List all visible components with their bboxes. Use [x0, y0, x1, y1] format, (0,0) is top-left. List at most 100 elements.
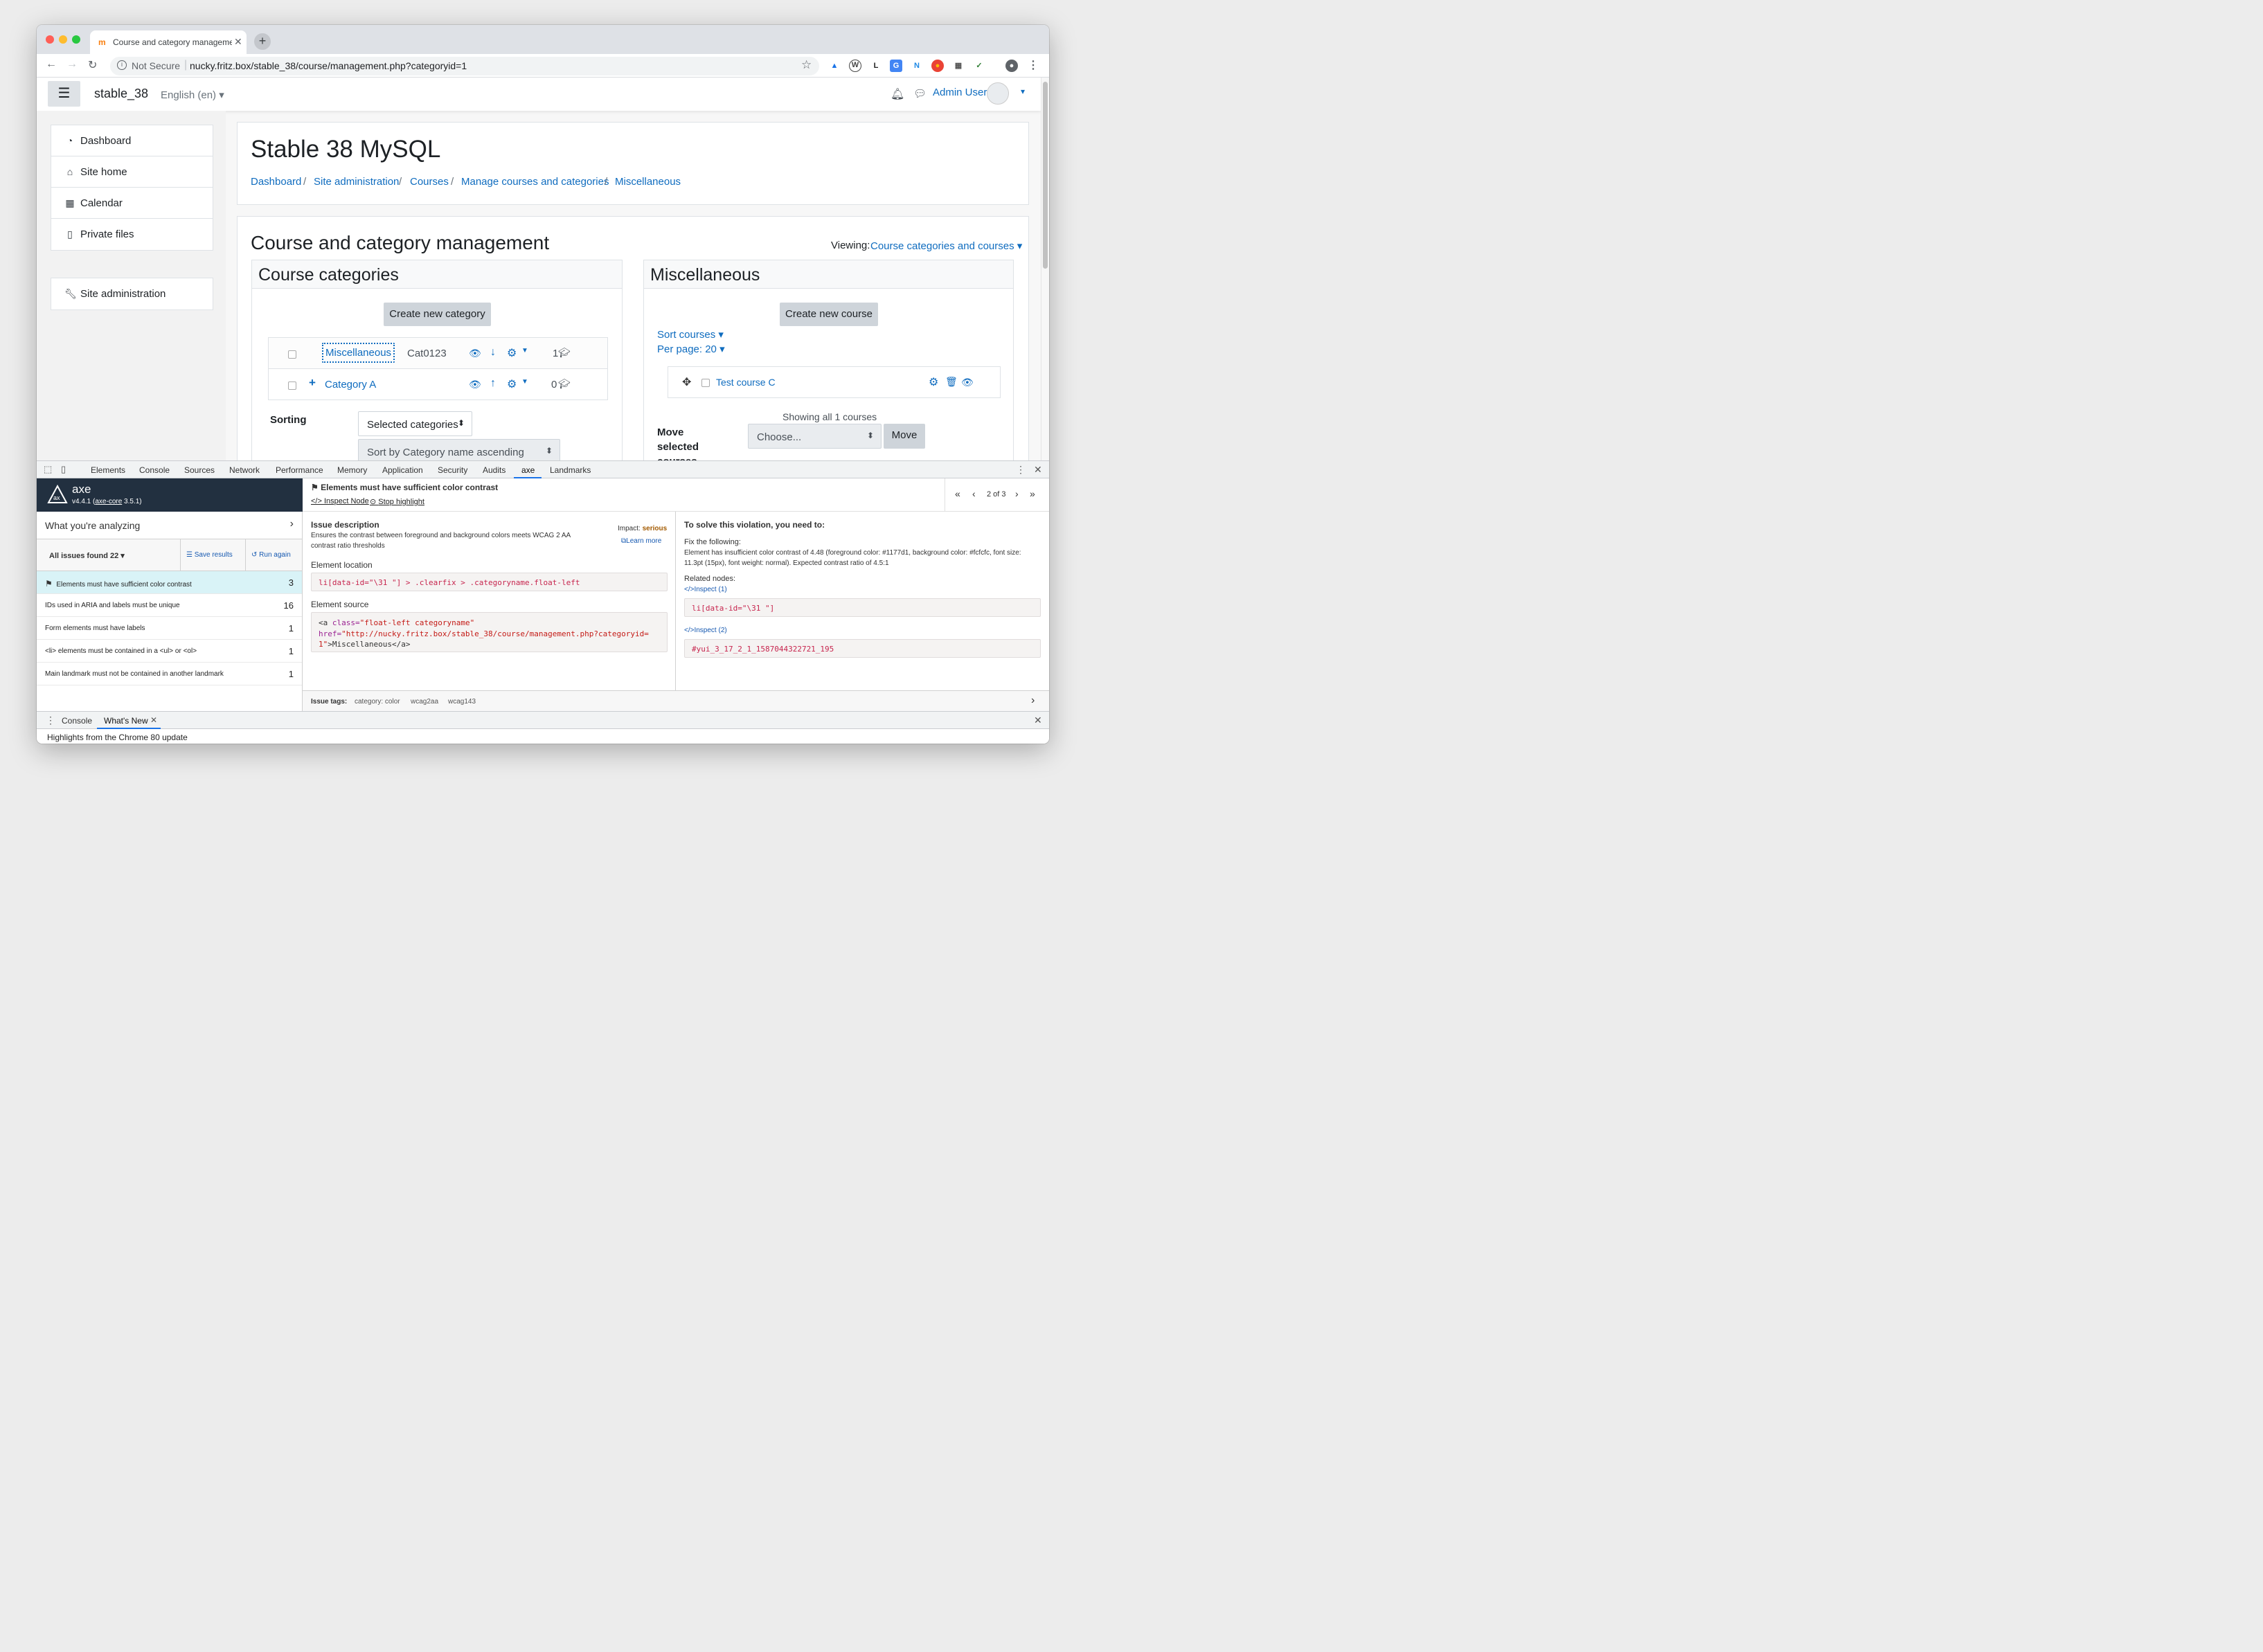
arrow-up-icon[interactable]: ↑	[490, 377, 496, 390]
info-icon[interactable]: i	[117, 60, 127, 70]
extension-n-icon[interactable]: N	[911, 60, 923, 72]
qr-code-icon[interactable]: ▦	[952, 60, 965, 72]
extension-triangle-icon[interactable]: ▲	[828, 60, 841, 72]
checkmark-extension-icon[interactable]: ✓	[973, 60, 985, 72]
forward-icon[interactable]: →	[66, 58, 78, 71]
per-page-dropdown[interactable]: Per page: 20 ▾	[657, 343, 725, 355]
category-select-checkbox[interactable]	[288, 350, 296, 359]
gear-icon[interactable]: ⚙	[507, 346, 517, 360]
inspect-node-link[interactable]: </> Inspect Node	[311, 497, 369, 505]
arrow-down-icon[interactable]: ↓	[490, 346, 496, 359]
all-issues-dropdown[interactable]: All issues found 22 ▾	[49, 551, 125, 560]
chevron-down-icon[interactable]: ▼	[521, 347, 528, 354]
list-item[interactable]: <li> elements must be contained in a <ul…	[37, 640, 302, 663]
sidebar-item-site-administration[interactable]: 🔧︎ Site administration	[51, 278, 213, 309]
next-page-icon[interactable]: ›	[1015, 488, 1019, 499]
create-new-category-button[interactable]: Create new category	[384, 303, 491, 326]
extension-l-icon[interactable]: L	[870, 60, 882, 72]
first-page-icon[interactable]: «	[955, 488, 960, 499]
user-menu-name[interactable]: Admin User	[933, 87, 987, 98]
trash-icon[interactable]: 🗑︎	[945, 376, 958, 388]
site-brand[interactable]: stable_38	[94, 87, 148, 101]
category-name-link[interactable]: Miscellaneous	[322, 343, 395, 363]
close-window-button[interactable]	[46, 35, 54, 44]
breadcrumb-manage-courses[interactable]: Manage courses and categories	[461, 176, 609, 188]
eye-icon[interactable]: 👁︎	[961, 377, 974, 388]
drawer-menu-icon[interactable]: ⋮	[46, 715, 55, 726]
axe-core-link[interactable]: axe-core	[95, 498, 122, 505]
breadcrumb-dashboard[interactable]: Dashboard	[251, 176, 301, 188]
translate-icon[interactable]: G	[890, 60, 902, 72]
messages-icon[interactable]: 💬︎	[913, 87, 927, 100]
minimize-window-button[interactable]	[59, 35, 67, 44]
drawer-tab-console[interactable]: Console	[62, 716, 92, 726]
viewing-mode-dropdown[interactable]: Course categories and courses ▾	[870, 240, 1022, 252]
tab-application[interactable]: Application	[382, 465, 423, 475]
address-bar[interactable]: i Not Secure | nucky.fritz.box/stable_38…	[110, 57, 819, 75]
list-item[interactable]: ⚑ Elements must have sufficient color co…	[37, 571, 302, 594]
breadcrumb-courses[interactable]: Courses	[410, 176, 449, 188]
chevron-right-icon[interactable]: ›	[1031, 694, 1035, 707]
devtools-menu-icon[interactable]: ⋮	[1016, 464, 1026, 476]
previous-page-icon[interactable]: ‹	[972, 488, 976, 499]
move-button[interactable]: Move	[884, 424, 925, 449]
tab-memory[interactable]: Memory	[337, 465, 367, 475]
sort-target-select[interactable]: Selected categories ⬍	[358, 411, 472, 436]
wordpress-icon[interactable]: W	[849, 60, 861, 72]
learn-more-link[interactable]: ⧉Learn more	[621, 537, 661, 545]
move-handle-icon[interactable]: ✥	[682, 375, 691, 389]
tab-console[interactable]: Console	[139, 465, 170, 475]
bookmark-star-icon[interactable]: ☆	[801, 58, 812, 72]
page-scrollbar-thumb[interactable]	[1043, 82, 1048, 269]
new-tab-button[interactable]: +	[254, 33, 271, 50]
inspect-1-link[interactable]: </>Inspect (1)	[684, 586, 727, 593]
expand-plus-icon[interactable]: +	[309, 376, 316, 390]
url-text[interactable]: nucky.fritz.box/stable_38/course/managem…	[190, 60, 467, 71]
language-menu[interactable]: English (en) ▾	[161, 89, 224, 101]
category-name-link[interactable]: Category A	[325, 379, 376, 390]
inspect-2-link[interactable]: </>Inspect (2)	[684, 627, 727, 634]
list-item[interactable]: Main landmark must not be contained in a…	[37, 663, 302, 685]
last-page-icon[interactable]: »	[1030, 488, 1035, 499]
eye-icon[interactable]: 👁︎	[469, 348, 481, 359]
back-icon[interactable]: ←	[46, 58, 57, 71]
profile-icon[interactable]: ●	[1005, 60, 1018, 72]
drawer-tab-whats-new[interactable]: What's New	[104, 716, 148, 726]
breadcrumb-miscellaneous[interactable]: Miscellaneous	[615, 176, 681, 188]
gear-icon[interactable]: ⚙	[507, 377, 517, 391]
close-drawer-tab-icon[interactable]: ✕	[150, 715, 157, 725]
sort-by-select[interactable]: Sort by Category name ascending ⬍	[358, 439, 560, 460]
list-item[interactable]: Form elements must have labels 1	[37, 617, 302, 640]
sidebar-item-dashboard[interactable]: ◔ Dashboard	[51, 125, 213, 156]
create-new-course-button[interactable]: Create new course	[780, 303, 878, 326]
user-avatar[interactable]	[987, 82, 1009, 105]
color-picker-icon[interactable]: ●	[931, 60, 944, 72]
eye-icon[interactable]: 👁︎	[469, 379, 481, 390]
category-select-checkbox[interactable]	[288, 381, 296, 390]
page-scrollbar[interactable]	[1041, 78, 1049, 460]
close-devtools-icon[interactable]: ✕	[1034, 464, 1042, 476]
chrome-menu-icon[interactable]: ⋮	[1027, 60, 1039, 72]
stop-highlight-link[interactable]: ⊙ Stop highlight	[370, 497, 424, 506]
reload-icon[interactable]: ↻	[88, 58, 97, 72]
close-drawer-icon[interactable]: ✕	[1034, 715, 1042, 726]
save-results-button[interactable]: ☰ Save results	[186, 551, 233, 559]
tab-landmarks[interactable]: Landmarks	[550, 465, 591, 475]
gear-icon[interactable]: ⚙	[929, 375, 938, 389]
list-item[interactable]: IDs used in ARIA and labels must be uniq…	[37, 594, 302, 617]
tab-audits[interactable]: Audits	[483, 465, 506, 475]
browser-tab[interactable]: m Course and category management ✕	[90, 30, 247, 54]
tab-security[interactable]: Security	[438, 465, 467, 475]
tab-sources[interactable]: Sources	[184, 465, 215, 475]
move-category-select[interactable]: Choose... ⬍	[748, 424, 882, 449]
sidebar-item-site-home[interactable]: ⌂ Site home	[51, 156, 213, 188]
course-select-checkbox[interactable]	[701, 379, 710, 387]
maximize-window-button[interactable]	[72, 35, 80, 44]
tab-performance[interactable]: Performance	[276, 465, 323, 475]
run-again-button[interactable]: ↺ Run again	[251, 551, 291, 559]
sort-courses-dropdown[interactable]: Sort courses ▾	[657, 328, 724, 341]
tab-elements[interactable]: Elements	[91, 465, 125, 475]
device-toggle-icon[interactable]: ▯	[61, 464, 66, 475]
course-name-link[interactable]: Test course C	[716, 377, 776, 388]
notification-bell-icon[interactable]: 🔔︎	[891, 87, 904, 101]
